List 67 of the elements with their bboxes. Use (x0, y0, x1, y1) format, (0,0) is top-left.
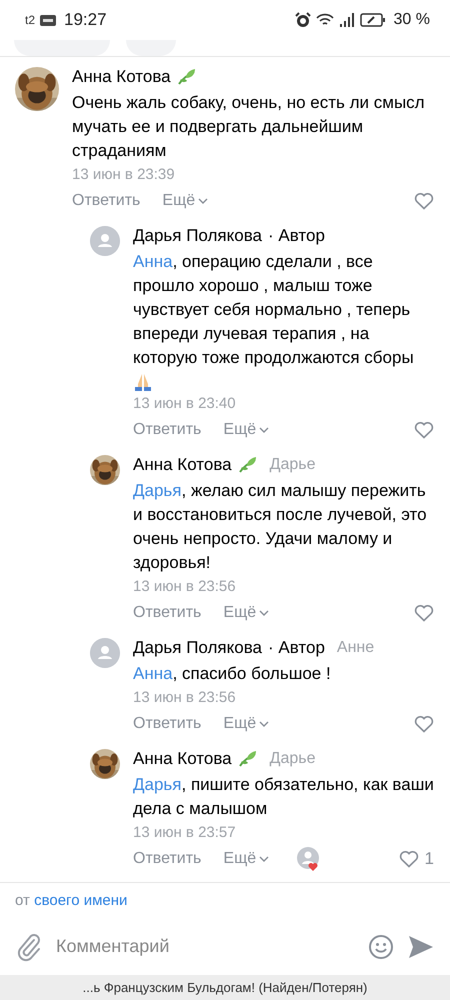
comment-text: Дарья, желаю сил малышу пережить и восстановиться после лучевой, это очень непросто. Удачи малому и здоровья! (133, 480, 428, 574)
reply-button[interactable]: Ответить (72, 192, 140, 210)
author-tag: · Автор (268, 638, 325, 658)
chevron-icon (259, 856, 270, 862)
comment-date: 13 июн в 23:56 (133, 689, 236, 706)
comment-text: Анна, спасибо большое ! (133, 663, 332, 685)
like-button[interactable] (414, 421, 434, 439)
group-title: ...ь Французским Бульдогам! (Найден/Потерян) (82, 980, 368, 995)
like-button[interactable] (414, 715, 434, 733)
battery-icon (360, 13, 386, 27)
heart-icon (414, 715, 434, 733)
comment-text: Анна, операцию сделали , все прошло хорошо , малыш тоже чувствует себя нормально , теперь впереди лучевая терапия , на которую тоже продолжаются сборы (133, 251, 415, 369)
heart-icon (414, 421, 434, 439)
more-button[interactable]: Ещё (223, 604, 270, 622)
emoji-icon[interactable] (368, 934, 394, 960)
reply-button[interactable]: Ответить (133, 421, 202, 439)
mention-link[interactable]: Анна (133, 252, 173, 271)
battery-percent: 30 % (394, 11, 430, 29)
liker-avatar-icon[interactable] (297, 847, 322, 871)
more-button[interactable]: Ещё (162, 192, 208, 210)
status-time: 19:27 (64, 10, 107, 30)
mention-link[interactable]: Дарья (133, 775, 182, 794)
like-button[interactable]: 1 (398, 849, 434, 869)
comment-date: 13 июн в 23:40 (133, 395, 236, 412)
author-tag: · Автор (268, 226, 325, 246)
author-name[interactable]: Анна Котова (72, 67, 171, 87)
reply-button[interactable]: Ответить (133, 850, 202, 868)
paperclip-icon[interactable] (16, 932, 42, 962)
chevron-icon (198, 198, 208, 204)
wifi-icon (316, 13, 334, 27)
author-name[interactable]: Дарья Полякова (133, 226, 262, 246)
reply-to-name[interactable]: Дарье (270, 456, 316, 474)
mention-link[interactable]: Дарья (133, 481, 182, 500)
chevron-icon (259, 427, 270, 433)
more-button[interactable]: Ещё (223, 421, 270, 439)
send-icon[interactable] (408, 934, 434, 958)
avatar-placeholder-icon (90, 226, 120, 256)
author-name[interactable]: Дарья Полякова (133, 638, 262, 658)
chevron-icon (259, 721, 270, 727)
mention-link[interactable]: Анна (133, 664, 173, 683)
heart-icon (398, 850, 419, 868)
comment-date: 13 июн в 23:39 (72, 166, 175, 183)
comment-date: 13 июн в 23:56 (133, 578, 236, 595)
alarm-icon (294, 12, 311, 28)
comment-text: Дарья, пишите обязательно, как ваши дела с малышом (133, 774, 434, 820)
avatar-placeholder-icon (90, 638, 120, 668)
more-button[interactable]: Ещё (223, 715, 270, 733)
more-button[interactable]: Ещё (223, 850, 270, 868)
chevron-icon (259, 610, 270, 616)
signal-icon (338, 13, 355, 27)
like-button[interactable] (414, 192, 434, 210)
like-button[interactable] (414, 604, 434, 622)
reply-to-name[interactable]: Дарье (270, 750, 316, 768)
author-name[interactable]: Анна Котова (133, 455, 232, 475)
carrier-label: t2 (25, 13, 36, 27)
volte-icon (40, 14, 56, 26)
reply-button[interactable]: Ответить (133, 604, 202, 622)
heart-icon (414, 192, 434, 210)
author-name[interactable]: Анна Котова (133, 749, 232, 769)
comment-text: Очень жаль собаку, очень, но есть ли смысл мучать ее и подвергать дальнейшим страданиям (72, 92, 426, 162)
sender-label: от (15, 892, 31, 909)
reply-button[interactable]: Ответить (133, 715, 202, 733)
comment-input[interactable]: Комментарий (56, 930, 354, 963)
sender-link[interactable]: своего имени (34, 892, 128, 909)
heart-icon (414, 604, 434, 622)
comment-date: 13 июн в 23:57 (133, 824, 236, 841)
reply-to-name[interactable]: Анне (336, 639, 374, 657)
